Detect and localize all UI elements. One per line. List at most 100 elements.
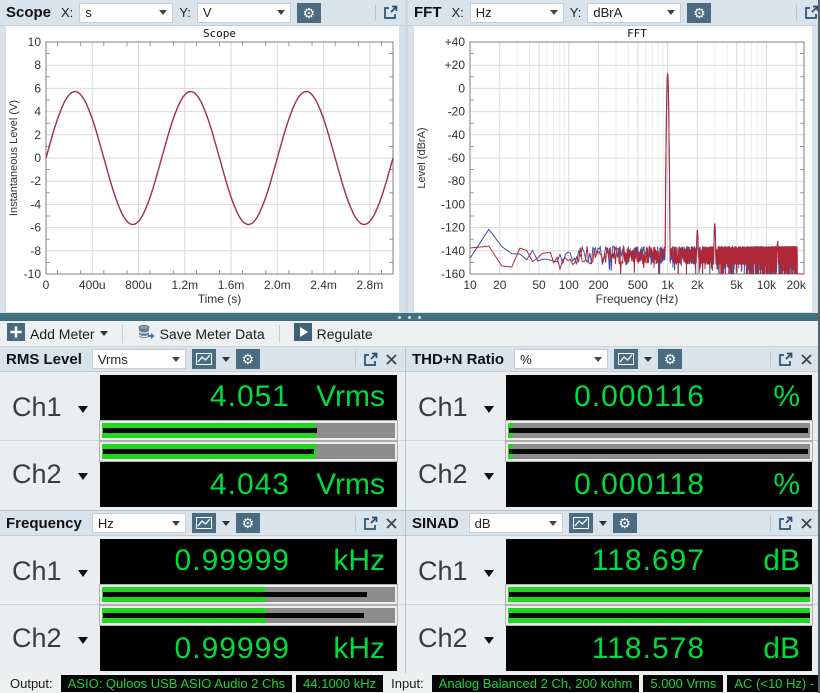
close-icon[interactable] <box>385 517 398 530</box>
svg-text:-60: -60 <box>448 151 466 165</box>
svg-text:-20: -20 <box>448 105 466 119</box>
meter-bar-peakline <box>103 428 317 433</box>
meter-chart-button[interactable] <box>569 513 593 533</box>
thdn-ratio-body: Ch1 0.000116 % <box>406 372 820 510</box>
scope-x-unit-select[interactable]: s <box>79 3 173 23</box>
gear-icon: ⚙ <box>664 352 677 366</box>
meter-toolbar: Add Meter Save Meter Data Regulate <box>0 321 818 347</box>
svg-text:10k: 10k <box>757 278 777 292</box>
save-meter-data-button[interactable]: Save Meter Data <box>134 322 268 346</box>
chevron-down-icon <box>550 10 558 15</box>
popout-icon[interactable] <box>363 516 378 531</box>
scope-y-label: Y: <box>179 5 191 20</box>
horizontal-splitter[interactable] <box>0 313 818 321</box>
channel-selector[interactable]: Ch2 <box>0 605 100 672</box>
fft-x-unit-select[interactable]: Hz <box>470 3 564 23</box>
sinad-unit-select[interactable]: dB <box>469 513 563 533</box>
chevron-down-icon[interactable] <box>222 521 230 526</box>
channel-selector[interactable]: Ch1 <box>0 374 100 440</box>
sinad-header: SINAD dB ⚙ <box>406 511 820 536</box>
scope-panel-header: Scope X: s Y: V ⚙ <box>0 0 405 26</box>
svg-text:2.8m: 2.8m <box>357 278 384 292</box>
popout-icon[interactable] <box>778 352 793 367</box>
meter-chart-button[interactable] <box>192 513 216 533</box>
svg-text:Scope: Scope <box>203 27 236 40</box>
meter-bar-peakline <box>103 613 364 618</box>
channel-selector[interactable]: Ch2 <box>0 441 100 508</box>
rms-unit-value: Vrms <box>98 352 128 367</box>
popout-icon[interactable] <box>778 516 793 531</box>
rms-unit-select[interactable]: Vrms <box>92 349 186 369</box>
meter-chart-button[interactable] <box>614 349 638 369</box>
channel-selector[interactable]: Ch2 <box>406 441 506 508</box>
channel-label: Ch2 <box>12 459 62 490</box>
separator <box>279 325 280 343</box>
meter-bar <box>506 585 812 604</box>
chevron-down-icon <box>594 357 602 362</box>
scope-y-unit-select[interactable]: V <box>197 3 291 23</box>
meter-settings-button[interactable]: ⚙ <box>613 513 637 533</box>
meter-settings-button[interactable]: ⚙ <box>658 349 682 369</box>
frequency-unit-select[interactable]: Hz <box>92 513 186 533</box>
chevron-down-icon[interactable] <box>644 357 652 362</box>
meter-bar-peakline <box>103 592 367 597</box>
fft-chart: +40+200-20-40-60-80-100-120-140-16010205… <box>414 26 812 307</box>
chevron-down-icon <box>78 473 88 480</box>
close-icon[interactable] <box>385 353 398 366</box>
chart-icon <box>573 517 589 529</box>
channel-label: Ch2 <box>418 459 468 490</box>
meter-chart-button[interactable] <box>192 349 216 369</box>
popout-icon[interactable] <box>363 352 378 367</box>
channel-selector[interactable]: Ch1 <box>406 538 506 604</box>
popout-icon[interactable] <box>804 5 819 20</box>
svg-text:2: 2 <box>34 128 41 142</box>
popout-icon[interactable] <box>383 5 398 20</box>
channel-selector[interactable]: Ch2 <box>406 605 506 672</box>
thdn-unit-select[interactable]: % <box>514 349 608 369</box>
scope-settings-button[interactable]: ⚙ <box>297 3 321 23</box>
channel-selector[interactable]: Ch1 <box>0 538 100 604</box>
add-meter-button[interactable]: Add Meter <box>4 321 111 346</box>
scope-x-label: X: <box>61 5 73 20</box>
meter-bar <box>100 421 397 440</box>
svg-text:6: 6 <box>34 81 41 95</box>
channel-row: Ch1 4.051 Vrms <box>0 374 405 441</box>
frequency-unit-value: Hz <box>98 516 114 531</box>
svg-text:-100: -100 <box>441 197 465 211</box>
chevron-down-icon[interactable] <box>599 521 607 526</box>
meter-unit: % <box>705 380 800 414</box>
svg-text:100: 100 <box>559 278 579 292</box>
regulate-button[interactable]: Regulate <box>291 321 376 346</box>
chevron-down-icon <box>172 357 180 362</box>
svg-text:800u: 800u <box>125 278 152 292</box>
close-icon[interactable] <box>800 353 813 366</box>
meter-settings-button[interactable]: ⚙ <box>236 349 260 369</box>
close-icon[interactable] <box>800 517 813 530</box>
svg-text:2.4m: 2.4m <box>310 278 337 292</box>
separator <box>122 325 123 343</box>
meter-title: SINAD <box>412 515 459 532</box>
meter-value: 4.051 <box>100 380 290 414</box>
frequency-header: Frequency Hz ⚙ <box>0 511 405 536</box>
svg-text:20: 20 <box>493 278 507 292</box>
svg-text:50: 50 <box>532 278 546 292</box>
gear-icon: ⚙ <box>242 516 255 530</box>
chevron-down-icon <box>159 10 167 15</box>
channel-selector[interactable]: Ch1 <box>406 374 506 440</box>
chevron-down-icon <box>667 10 675 15</box>
fft-y-unit-select[interactable]: dBrA <box>587 3 681 23</box>
fft-panel-header: FFT X: Hz Y: dBrA ⚙ <box>408 0 818 26</box>
svg-text:20k: 20k <box>786 278 806 292</box>
meter-title: THD+N Ratio <box>412 351 504 368</box>
scope-panel: Scope X: s Y: V ⚙ <box>0 0 405 313</box>
thdn-ratio-header: THD+N Ratio % ⚙ <box>406 347 820 372</box>
meter-settings-button[interactable]: ⚙ <box>236 513 260 533</box>
status-bar: Output: ASIO: Quloos USB ASIO Audio 2 Ch… <box>0 673 818 693</box>
svg-text:10: 10 <box>463 278 477 292</box>
frequency-body: Ch1 0.99999 kHz <box>0 536 405 673</box>
chevron-down-icon[interactable] <box>222 357 230 362</box>
channel-label: Ch2 <box>418 623 468 654</box>
fft-settings-button[interactable]: ⚙ <box>687 3 711 23</box>
meter-bar <box>506 606 812 625</box>
meter-value: 4.043 <box>100 468 290 502</box>
